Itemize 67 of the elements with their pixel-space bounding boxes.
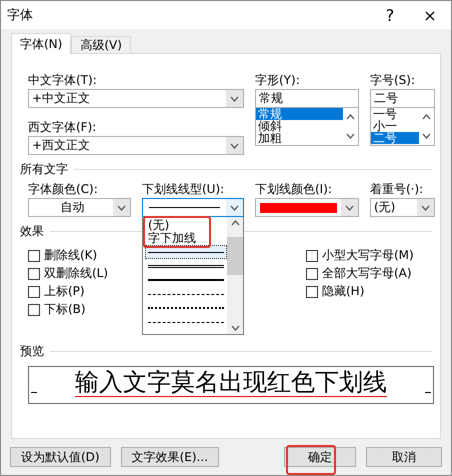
cancel-button[interactable]: 取消 <box>366 447 442 467</box>
chevron-down-icon <box>230 204 239 210</box>
baseline-tick <box>31 392 37 393</box>
ok-button[interactable]: 确定 <box>284 447 356 467</box>
checkbox[interactable] <box>28 268 40 280</box>
checkbox-label: 隐藏(H) <box>322 283 364 300</box>
tab[interactable]: 高级(V) <box>71 36 131 54</box>
dropdown[interactable]: +中文正文 <box>28 89 244 108</box>
field-label: 西文字体(F): <box>28 120 98 135</box>
help-button[interactable]: ? <box>375 2 405 28</box>
field-label: 字体颜色(C): <box>28 182 99 197</box>
list-item[interactable]: 二号 <box>371 132 419 144</box>
preview-text: 输入文字莫名出现红色下划线 <box>75 368 387 397</box>
checkbox-label: 双删除线(L) <box>44 265 108 282</box>
list-item[interactable]: 倾斜 <box>256 120 343 132</box>
list-item[interactable]: 常规 <box>256 108 343 120</box>
chevron-down-icon <box>346 132 355 139</box>
scroll-up-icon <box>422 114 431 120</box>
chevron-down-icon <box>230 96 239 102</box>
list-item[interactable]: 小一 <box>371 120 419 132</box>
checkbox[interactable] <box>306 286 318 298</box>
dropdown[interactable]: 自动 <box>28 198 131 217</box>
field-label: 字号(S): <box>370 73 416 88</box>
checkbox[interactable] <box>28 286 40 298</box>
checkbox[interactable] <box>306 268 318 280</box>
list-item[interactable]: 加粗 <box>256 132 343 144</box>
checkbox-label: 全部大写字母(A) <box>322 265 412 282</box>
dialog-button[interactable]: 文字效果(E)... <box>120 447 219 467</box>
menu-item[interactable]: 字下加线 <box>145 232 196 245</box>
close-button[interactable]: × <box>415 2 445 28</box>
checkbox[interactable] <box>306 250 318 262</box>
scroll-up-icon <box>230 220 240 226</box>
checkbox[interactable] <box>28 250 40 262</box>
field-label: 字形(Y): <box>255 73 301 88</box>
section-title: 预览 <box>20 343 44 360</box>
chevron-down-icon <box>345 204 354 210</box>
chevron-down-icon <box>230 142 239 148</box>
chevron-down-icon <box>422 132 431 139</box>
input-field[interactable]: 常规 <box>255 89 359 108</box>
list-item[interactable]: 一号 <box>371 108 419 120</box>
menu-item[interactable]: (无) <box>145 219 170 232</box>
chevron-down-icon <box>230 325 240 331</box>
section-title: 所有文字 <box>20 161 68 178</box>
window-title: 字体 <box>7 7 34 24</box>
checkbox-label: 下标(B) <box>44 301 86 318</box>
scroll-up-icon <box>346 114 355 120</box>
field-label: 下划线颜色(I): <box>255 182 333 197</box>
baseline-tick <box>425 392 431 393</box>
dialog-button[interactable]: 设为默认值(D) <box>10 447 111 467</box>
field-label: 中文字体(T): <box>28 73 98 88</box>
chevron-down-icon <box>117 204 126 210</box>
checkbox-label: 小型大写字母(M) <box>322 247 414 264</box>
tab[interactable]: 字体(N) <box>11 33 72 54</box>
list-box[interactable]: 一号 小一 二号 <box>370 108 435 146</box>
field-label: 着重号(·): <box>370 182 424 197</box>
field-label: 下划线线型(U): <box>142 182 226 197</box>
list-box[interactable]: 常规 倾斜 加粗 <box>255 108 359 146</box>
dropdown[interactable]: (无) <box>370 198 435 217</box>
chevron-down-icon <box>421 204 430 210</box>
scrollbar[interactable] <box>227 217 243 334</box>
dropdown[interactable] <box>142 198 244 217</box>
checkbox-label: 上标(P) <box>44 283 85 300</box>
dropdown[interactable]: +西文正文 <box>28 136 244 155</box>
checkbox[interactable] <box>28 304 40 316</box>
input-field[interactable]: 二号 <box>370 89 435 108</box>
section-title: 效果 <box>20 223 44 240</box>
checkbox-label: 删除线(K) <box>44 247 98 264</box>
